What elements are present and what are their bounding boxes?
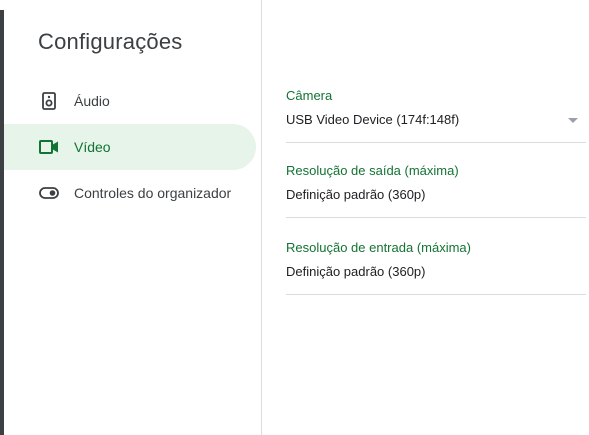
send-resolution-select[interactable]: Resolução de saída (máxima) Definição pa… bbox=[286, 163, 586, 218]
settings-title: Configurações bbox=[38, 29, 183, 54]
speaker-icon bbox=[37, 78, 61, 124]
camera-select[interactable]: Câmera USB Video Device (174f:148f) bbox=[286, 88, 586, 143]
videocam-icon bbox=[37, 124, 61, 170]
video-settings-panel: Câmera USB Video Device (174f:148f) Reso… bbox=[286, 0, 586, 435]
receive-resolution-value: Definição padrão (360p) bbox=[286, 264, 426, 279]
camera-label: Câmera bbox=[286, 88, 333, 103]
receive-resolution-label: Resolução de entrada (máxima) bbox=[286, 240, 471, 255]
send-resolution-label: Resolução de saída (máxima) bbox=[286, 163, 459, 178]
dropdown-arrow-icon bbox=[568, 118, 578, 123]
sidebar-item-label: Áudio bbox=[74, 93, 110, 109]
send-resolution-value: Definição padrão (360p) bbox=[286, 187, 426, 202]
sidebar-item-video[interactable]: Vídeo bbox=[4, 124, 256, 170]
sidebar-item-audio[interactable]: Áudio bbox=[4, 78, 256, 124]
toggle-icon bbox=[37, 170, 61, 216]
sidebar-item-label: Controles do organizador bbox=[74, 185, 232, 201]
camera-value: USB Video Device (174f:148f) bbox=[286, 112, 460, 127]
receive-resolution-select[interactable]: Resolução de entrada (máxima) Definição … bbox=[286, 240, 586, 295]
settings-sidebar: Configurações Áudio Vídeo Controles do o… bbox=[4, 0, 262, 435]
sidebar-item-label: Vídeo bbox=[74, 139, 111, 155]
sidebar-item-host-controls[interactable]: Controles do organizador bbox=[4, 170, 256, 216]
